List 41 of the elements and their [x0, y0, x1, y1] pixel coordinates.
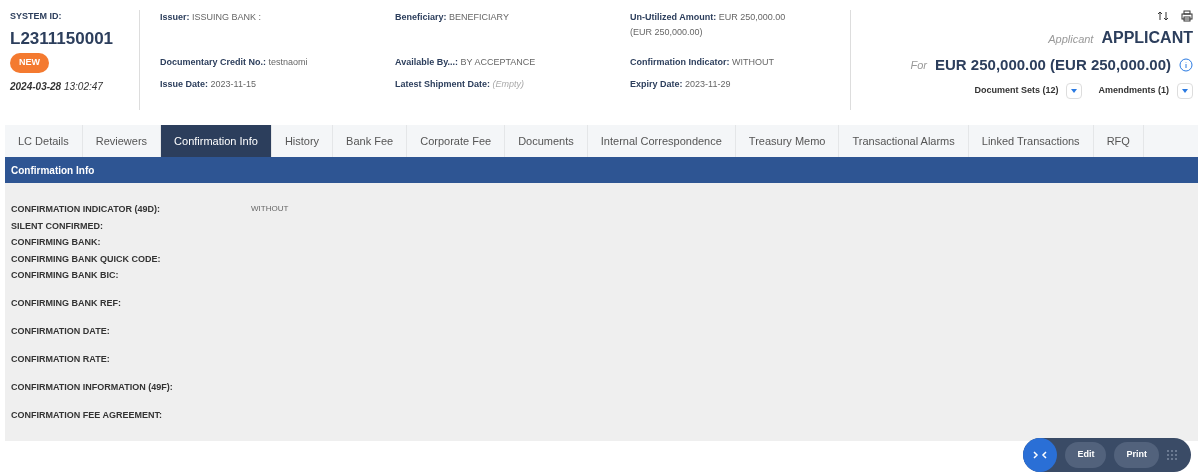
for-label: For [910, 58, 927, 73]
caret-icon [1182, 88, 1188, 93]
info-field: Un-Utilized Amount: EUR 250,000.00 (EUR 250,000.00) [630, 10, 800, 55]
info-icon[interactable] [1179, 58, 1193, 73]
print-icon[interactable] [1181, 10, 1193, 22]
info-field: Confirmation Indicator: WITHOUT [630, 55, 800, 77]
caret-icon [1071, 88, 1078, 93]
system-id: L2311150001 [10, 27, 115, 50]
field-value: WITHOUT [251, 203, 289, 215]
info-field: Beneficiary: BENEFICIARY [395, 10, 610, 55]
info-field: Latest Shipment Date: (Empty) [395, 77, 610, 99]
info-field: Expiry Date: 2023-11-29 [630, 77, 800, 99]
status-badge: NEW [10, 53, 49, 73]
field-label: CONFIRMING BANK: [11, 236, 102, 249]
field-label: CONFIRMING BANK QUICK CODE: [11, 252, 162, 266]
field-label: SILENT CONFIRMED: [11, 219, 104, 233]
applicant-name: APPLICANT [1101, 28, 1193, 48]
info-field: Issuer: ISSUING BANK : [160, 10, 375, 55]
timestamp: 2024-03-28 13:02:47 [10, 79, 104, 94]
action-button[interactable]: Edit [1065, 442, 1107, 468]
info-field: Available By...: BY ACCEPTANCE [395, 55, 610, 77]
field-label: CONFIRMING BANK BIC: [11, 269, 120, 282]
amount: EUR 250,000.00 (EUR 250,000.00) [935, 55, 1171, 75]
tab[interactable]: Confirmation Info [161, 125, 272, 157]
applicant-label: Applicant [1048, 32, 1094, 47]
dropdown-button[interactable]: Document Sets (12) [974, 82, 1083, 99]
system-id-label: SYSTEM ID: [10, 10, 63, 23]
dropdown-button[interactable]: Amendments (1) [1098, 82, 1193, 99]
info-field: Documentary Credit No.: testnaomi [160, 55, 375, 77]
collapse-button[interactable] [1023, 438, 1058, 472]
field-label: CONFIRMING BANK REF: [11, 297, 122, 310]
field-label: CONFIRMATION INFORMATION (49F): [11, 381, 174, 394]
collapse-icon [1033, 451, 1048, 459]
section-title: Confirmation Info [11, 163, 95, 178]
field-label: CONFIRMATION FEE AGREEMENT: [11, 409, 163, 422]
field-label: CONFIRMATION RATE: [11, 353, 111, 366]
action-button[interactable]: Print [1114, 442, 1159, 468]
sort-icon[interactable] [1157, 10, 1169, 22]
field-label: CONFIRMATION DATE: [11, 325, 111, 338]
field-label: CONFIRMATION INDICATOR (49D): [11, 203, 161, 216]
info-field: Issue Date: 2023-11-15 [160, 77, 375, 99]
